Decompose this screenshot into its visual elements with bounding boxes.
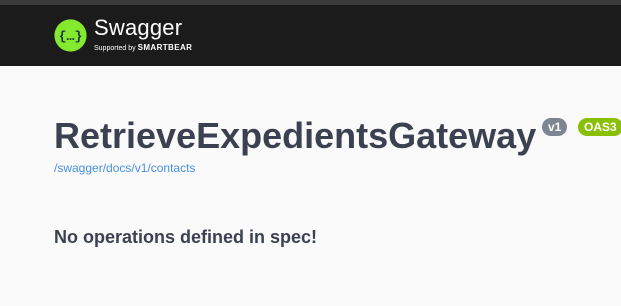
api-title: RetrieveExpedientsGateway: [54, 115, 537, 156]
logo-sub-prefix: Supported by: [94, 45, 136, 52]
oas-badge: OAS3: [578, 118, 621, 136]
swagger-logo-link[interactable]: {…} Swagger Supported by SMARTBEAR: [54, 17, 192, 53]
no-operations-message: No operations defined in spec!: [54, 227, 318, 247]
swagger-topbar: {…} Swagger Supported by SMARTBEAR: [0, 5, 621, 66]
logo-sub-brand: SMARTBEAR: [137, 43, 193, 52]
logo-text: Swagger Supported by SMARTBEAR: [94, 17, 192, 53]
version-badge: v1: [542, 118, 568, 136]
logo-name: Swagger: [94, 15, 183, 40]
info-section: RetrieveExpedientsGateway v1 OAS3 /swagg…: [0, 66, 621, 306]
spec-url-link[interactable]: /swagger/docs/v1/contacts: [54, 161, 195, 175]
swagger-braces-icon: {…}: [54, 18, 87, 52]
svg-text:{…}: {…}: [59, 29, 83, 44]
logo-sub: Supported by SMARTBEAR: [94, 44, 192, 53]
